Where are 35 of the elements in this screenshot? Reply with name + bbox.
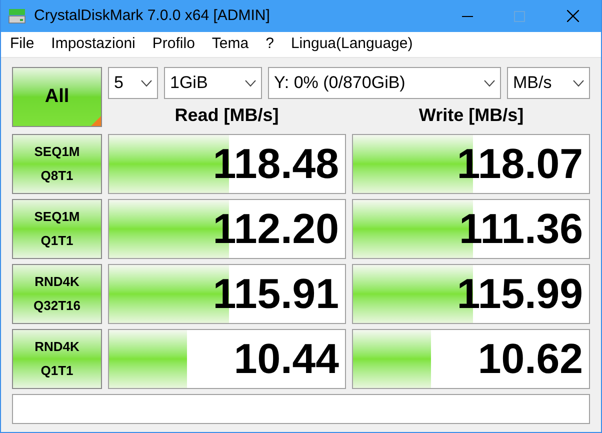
menu-item[interactable]: Lingua(Language) [290, 33, 413, 56]
test-button[interactable]: RND4K Q32T16 [12, 264, 102, 324]
comment-field[interactable] [12, 394, 590, 424]
result-value: 112.20 [212, 208, 339, 250]
close-icon [567, 10, 579, 22]
menu-item[interactable]: ? [266, 33, 274, 56]
column-header: Read [MB/s] [174, 104, 279, 127]
window-title: CrystalDiskMark 7.0.0 x64 [ADMIN] [34, 6, 270, 26]
test-button[interactable]: RND4K Q1T1 [12, 329, 102, 389]
result-value: 118.48 [212, 143, 339, 185]
corner-triangle-icon [91, 116, 101, 126]
test-button[interactable]: SEQ1M Q1T1 [12, 199, 102, 259]
dropdown[interactable]: 1GiB [164, 67, 262, 99]
column-header: Write [MB/s] [418, 104, 524, 127]
result-value: 115.99 [456, 273, 583, 315]
menu-item[interactable]: Tema [212, 33, 249, 56]
chevron-down-icon [141, 80, 152, 86]
all-button[interactable]: All [12, 67, 102, 127]
result-value: 10.62 [478, 338, 583, 380]
menu-item[interactable]: Profilo [152, 33, 195, 56]
result-value: 115.91 [212, 273, 339, 315]
chevron-down-icon [573, 80, 584, 86]
menu-item[interactable]: File [10, 33, 34, 56]
test-button[interactable]: SEQ1M Q8T1 [12, 134, 102, 194]
dropdown[interactable]: MB/s [507, 67, 590, 99]
menu-item[interactable]: Impostazioni [51, 33, 136, 56]
result-value: 111.36 [459, 208, 583, 250]
dropdown[interactable]: Y: 0% (0/870GiB) [268, 67, 501, 99]
chevron-down-icon [484, 80, 495, 86]
disk-app-icon [8, 7, 26, 25]
dropdown[interactable]: 5 [108, 67, 158, 99]
result-value: 10.44 [234, 338, 339, 380]
result-value: 118.07 [456, 143, 583, 185]
chevron-down-icon [245, 80, 256, 86]
maximize-icon [514, 10, 524, 22]
